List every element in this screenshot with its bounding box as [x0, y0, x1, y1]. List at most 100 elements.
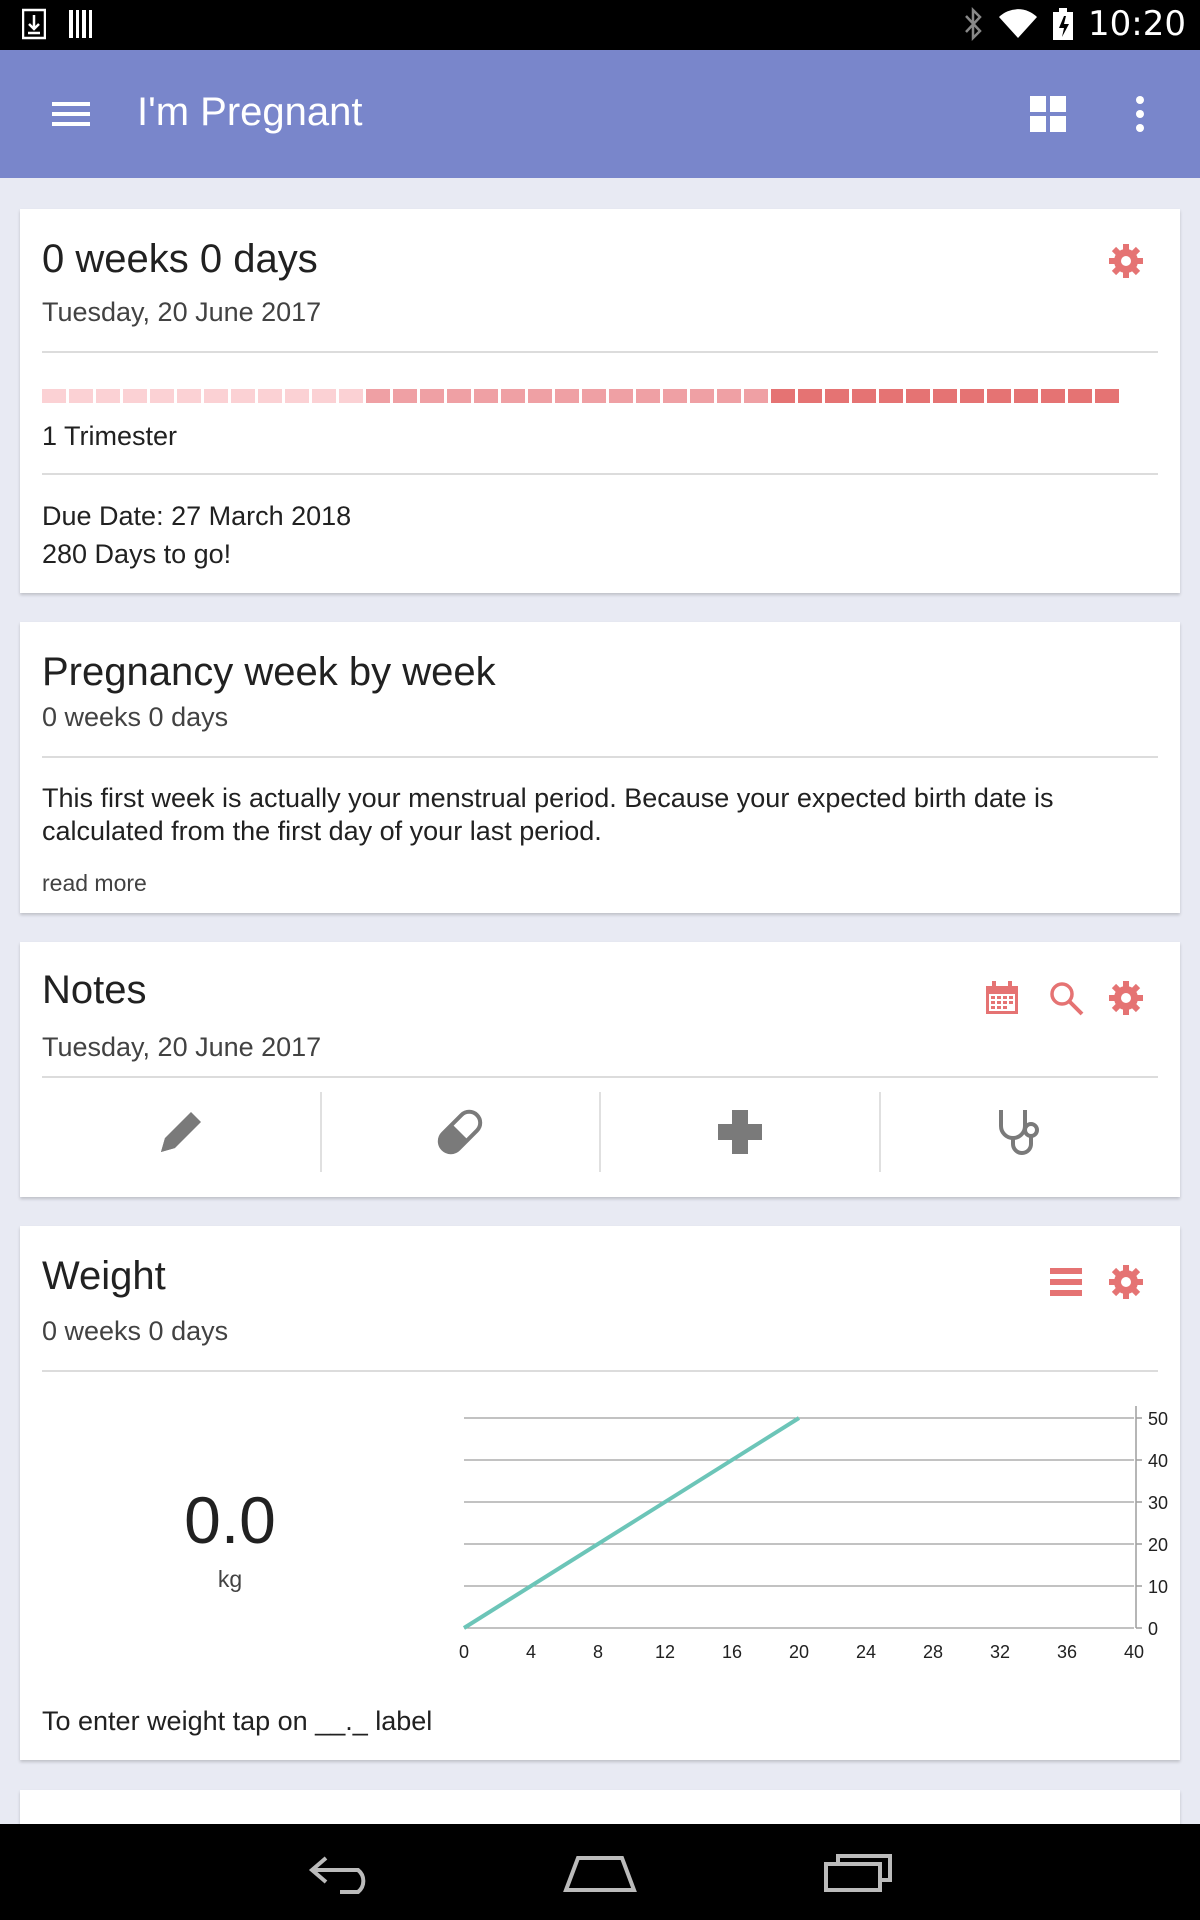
days-to-go: 280 Days to go! — [42, 539, 232, 569]
progress-segment — [447, 389, 471, 403]
stethoscope-icon — [999, 1110, 1040, 1155]
pregnancy-age-title: 0 weeks 0 days — [42, 237, 318, 281]
weight-value[interactable]: 0.0 — [20, 1482, 440, 1558]
more-vert-icon[interactable] — [1120, 92, 1160, 136]
battery-icon — [1053, 8, 1074, 40]
medical-cross-icon — [717, 1110, 762, 1154]
weight-subtitle: 0 weeks 0 days — [42, 1316, 229, 1346]
progress-segment — [420, 389, 444, 403]
x-tick-label: 36 — [1057, 1642, 1077, 1662]
progress-segment — [285, 389, 309, 403]
week-description: This first week is actually your menstru… — [42, 783, 1054, 846]
progress-segment — [393, 389, 417, 403]
barcode-icon — [69, 10, 92, 38]
x-tick-label: 4 — [526, 1642, 536, 1662]
download-icon — [22, 8, 46, 40]
x-tick-label: 12 — [655, 1642, 675, 1662]
x-tick-label: 8 — [593, 1642, 603, 1662]
progress-segment — [582, 389, 606, 403]
week-card-subtitle: 0 weeks 0 days — [42, 702, 229, 732]
menu-icon[interactable] — [48, 94, 96, 134]
home-icon[interactable] — [560, 1850, 640, 1894]
progress-segment — [366, 389, 390, 403]
weight-chart: 0 10 20 30 40 50 0 4 8 12 16 20 24 28 32 36 40 — [459, 1406, 1168, 1662]
pencil-icon — [160, 1112, 201, 1152]
x-tick-label: 0 — [459, 1642, 469, 1662]
week-by-week-card[interactable]: Pregnancy week by week 0 weeks 0 days Th… — [20, 622, 1180, 913]
app-bar: I'm Pregnant — [0, 50, 1200, 178]
notes-card: Notes Tuesday, 20 June 2017 — [20, 942, 1180, 1197]
progress-segment — [231, 389, 255, 403]
progress-segment — [528, 389, 552, 403]
progress-segment — [879, 389, 903, 403]
progress-segment — [798, 389, 822, 403]
gear-icon[interactable] — [1106, 1262, 1146, 1302]
divider — [42, 1076, 1158, 1078]
recent-apps-icon[interactable] — [822, 1850, 894, 1894]
x-tick-label: 16 — [722, 1642, 742, 1662]
divider — [42, 351, 1158, 353]
trimester-label: 1 Trimester — [42, 421, 178, 451]
progress-segment — [312, 389, 336, 403]
gear-icon[interactable] — [1106, 241, 1146, 281]
progress-segment — [339, 389, 363, 403]
progress-segment — [1041, 389, 1065, 403]
divider — [42, 473, 1158, 475]
add-medication-button[interactable] — [322, 1092, 601, 1172]
current-date: Tuesday, 20 June 2017 — [42, 297, 322, 327]
weight-card: Weight 0 weeks 0 days 0.0 kg 0 10 20 30 40 50… — [20, 1226, 1180, 1760]
calendar-icon[interactable] — [982, 978, 1022, 1018]
pill-icon — [438, 1109, 483, 1155]
progress-segment — [555, 389, 579, 403]
y-tick-label: 10 — [1148, 1577, 1168, 1597]
x-tick-label: 24 — [856, 1642, 876, 1662]
y-tick-label: 50 — [1148, 1409, 1168, 1429]
progress-segment — [69, 389, 93, 403]
gear-icon[interactable] — [1106, 978, 1146, 1018]
y-tick-label: 0 — [1148, 1619, 1158, 1639]
weight-unit: kg — [217, 1566, 243, 1592]
progress-segment — [123, 389, 147, 403]
progress-segment — [204, 389, 228, 403]
progress-segment — [825, 389, 849, 403]
progress-segment — [1068, 389, 1092, 403]
progress-segment — [1014, 389, 1038, 403]
search-icon[interactable] — [1046, 978, 1086, 1018]
weight-hint: To enter weight tap on __._ label — [42, 1706, 433, 1736]
bluetooth-icon — [965, 7, 982, 41]
notes-actions — [42, 1092, 1158, 1172]
progress-segment — [258, 389, 282, 403]
progress-segment — [636, 389, 660, 403]
add-health-button[interactable] — [601, 1092, 881, 1172]
status-bar: 10:20 — [0, 0, 1200, 50]
progress-segment — [690, 389, 714, 403]
notes-title: Notes — [42, 968, 147, 1012]
progress-segment — [1095, 389, 1119, 403]
progress-segment — [771, 389, 795, 403]
x-tick-label: 32 — [990, 1642, 1010, 1662]
weight-title: Weight — [42, 1254, 166, 1298]
progress-segment — [501, 389, 525, 403]
progress-segment — [744, 389, 768, 403]
app-title: I'm Pregnant — [137, 90, 363, 134]
pregnancy-status-card: 0 weeks 0 days Tuesday, 20 June 2017 1 T… — [20, 209, 1180, 593]
grid-view-icon[interactable] — [1028, 94, 1068, 134]
progress-segment — [177, 389, 201, 403]
add-note-button[interactable] — [42, 1092, 322, 1172]
add-doctor-visit-button[interactable] — [881, 1092, 1159, 1172]
list-icon[interactable] — [1046, 1262, 1086, 1302]
y-tick-label: 30 — [1148, 1493, 1168, 1513]
read-more-link[interactable]: read more — [42, 864, 147, 902]
progress-segment — [933, 389, 957, 403]
progress-segment — [717, 389, 741, 403]
x-tick-label: 40 — [1124, 1642, 1144, 1662]
x-tick-label: 20 — [789, 1642, 809, 1662]
due-date: Due Date: 27 March 2018 — [42, 501, 352, 531]
progress-segment — [987, 389, 1011, 403]
divider — [42, 756, 1158, 758]
trimester-progress-bar — [42, 389, 1119, 403]
back-icon[interactable] — [306, 1848, 378, 1896]
x-tick-label: 28 — [923, 1642, 943, 1662]
wifi-icon — [999, 9, 1038, 38]
week-card-title: Pregnancy week by week — [42, 650, 496, 694]
